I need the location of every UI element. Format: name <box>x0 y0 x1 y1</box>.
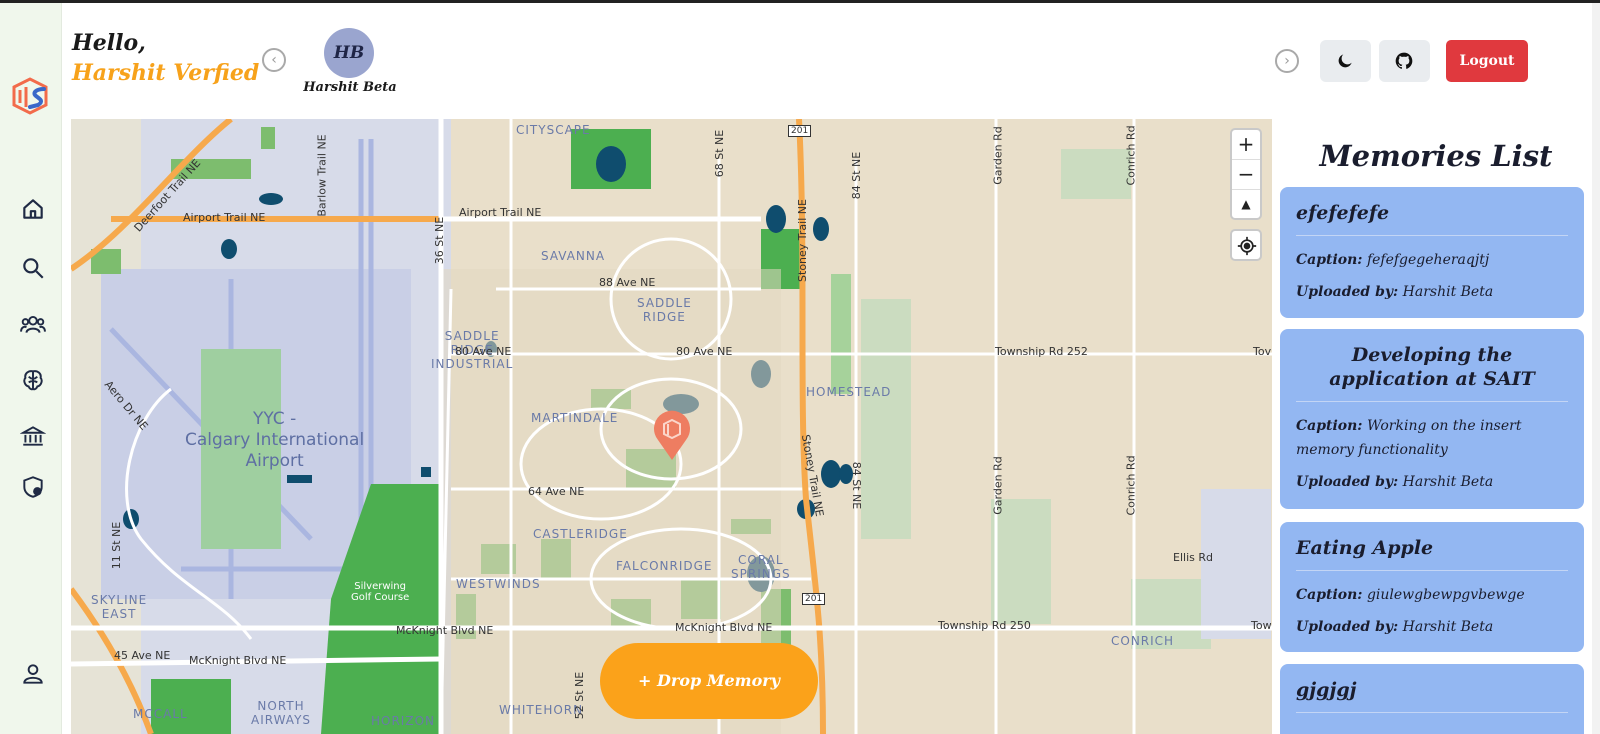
map-label-mcknight-1: McKnight Blvd NE <box>189 654 287 667</box>
avatar[interactable]: HB <box>324 28 374 78</box>
map-label-falconridge: FALCONRIDGE <box>616 559 713 573</box>
map-label-coral-springs: CORAL SPRINGS <box>731 553 791 581</box>
map-label-barlow: Barlow Trail NE <box>315 134 329 217</box>
map-label-11-st: 11 St NE <box>110 521 124 570</box>
map-label-80-ave-1: 80 Ave NE <box>455 345 512 358</box>
map-label-horizon: HORIZON <box>371 714 435 728</box>
github-button[interactable] <box>1379 40 1430 82</box>
user-name: Harshit Verfied <box>72 60 260 86</box>
caption-label: Caption: <box>1296 587 1363 603</box>
memory-card[interactable]: gjgjgj <box>1280 664 1584 734</box>
map-label-tow-2: Tow <box>1251 619 1272 632</box>
arrow-right-circle-icon[interactable]: › <box>1275 49 1299 73</box>
user-icon[interactable] <box>20 661 46 687</box>
map-label-68-st: 68 St NE <box>713 129 727 178</box>
memory-card[interactable]: Eating Apple Caption: giulewgbewpgvbewge… <box>1280 522 1584 652</box>
map-label-martindale: MARTINDALE <box>531 411 619 425</box>
map-label-conrich: CONRICH <box>1111 634 1175 648</box>
uploaded-label: Uploaded by: <box>1296 284 1399 300</box>
zoom-out-button[interactable]: − <box>1232 160 1260 190</box>
top-border <box>0 0 1600 3</box>
memory-title: gjgjgj <box>1296 678 1568 713</box>
shield-icon[interactable] <box>20 474 46 500</box>
zoom-in-button[interactable]: + <box>1232 130 1260 160</box>
app-logo[interactable] <box>10 65 52 121</box>
map-label-conrich-1: Conrich Rd <box>1124 125 1138 186</box>
sidebar <box>0 3 62 734</box>
greeting: Hello, Harshit Verfied <box>72 28 259 88</box>
brain-icon[interactable] <box>20 367 46 393</box>
map-label-hwy-201-1: 201 <box>788 125 812 137</box>
map-label-homestead: HOMESTEAD <box>806 385 892 399</box>
map-label-north-airways: NORTH AIRWAYS <box>251 699 312 727</box>
map-label-skyline-east: SKYLINE EAST <box>91 593 148 621</box>
caption-label: Caption: <box>1296 252 1363 268</box>
map-label-saddle-ridge: SADDLE RIDGE <box>637 296 692 324</box>
memories-title: Memories List <box>1319 139 1553 173</box>
map-label-mccall: MCCALL <box>133 707 188 721</box>
map-label-52-st: 52 St NE <box>573 671 587 720</box>
memory-uploader: Harshit Beta <box>1402 619 1494 635</box>
uploaded-label: Uploaded by: <box>1296 474 1399 490</box>
map-label-hwy-201-2: 201 <box>802 593 826 605</box>
map-label-mcknight-3: McKnight Blvd NE <box>675 621 773 634</box>
memory-uploader: Harshit Beta <box>1402 284 1494 300</box>
compass-button[interactable]: ▲ <box>1232 190 1260 220</box>
greeting-text: Hello, <box>72 30 146 56</box>
moon-icon <box>1338 54 1352 68</box>
github-icon <box>1395 52 1413 69</box>
map-label-garden-1: Garden Rd <box>991 126 1005 185</box>
memory-card[interactable]: efefefefe Caption: fefefgegeheraqjtj Upl… <box>1280 187 1584 318</box>
map-label-whitehorn: WHITEHORN <box>499 703 584 717</box>
arrow-left-circle-icon[interactable]: ‹ <box>262 48 286 72</box>
map-label-cityscape: CITYSCAPE <box>516 123 591 137</box>
zoom-control: + − ▲ <box>1230 128 1262 220</box>
drop-memory-button[interactable]: + Drop Memory <box>600 643 818 719</box>
caption-label: Caption: <box>1296 418 1363 434</box>
memory-title: efefefefe <box>1296 201 1568 236</box>
locate-button[interactable] <box>1230 229 1262 261</box>
map-label-ellis: Ellis Rd <box>1173 551 1213 564</box>
map-label-tow-1: Tov <box>1253 345 1272 358</box>
map-label-mcknight-2: McKnight Blvd NE <box>396 624 494 637</box>
map-label-airport-trail-2: Airport Trail NE <box>459 206 542 219</box>
map-label-84-st-1: 84 St NE <box>850 151 864 200</box>
avatar-name: Harshit Beta <box>303 80 397 95</box>
memories-panel: Memories List efefefefe Caption: fefefge… <box>1272 119 1600 734</box>
memory-uploader: Harshit Beta <box>1402 474 1494 490</box>
memory-caption: fefefgegeheraqjtj <box>1366 252 1490 268</box>
users-icon[interactable] <box>20 311 46 337</box>
map-label-80-ave-2: 80 Ave NE <box>676 345 733 358</box>
uploaded-label: Uploaded by: <box>1296 619 1399 635</box>
map-label-savanna: SAVANNA <box>541 249 606 263</box>
map-label-airport: YYC - Calgary International Airport <box>185 409 365 471</box>
memory-title: Developing the application at SAIT <box>1296 343 1568 402</box>
map-label-westwinds: WESTWINDS <box>456 577 541 591</box>
map-label-golf: Silverwing Golf Course <box>351 581 410 603</box>
map-label-township-250: Township Rd 250 <box>938 619 1031 632</box>
map-label-64-ave: 64 Ave NE <box>528 485 585 498</box>
logout-button[interactable]: Logout <box>1446 40 1528 82</box>
map-label-84-st-2: 84 St NE <box>850 461 864 510</box>
memory-caption: giulewgbewpgvbewge <box>1366 587 1525 603</box>
map-label-castleridge: CASTLERIDGE <box>533 527 628 541</box>
page-scrollbar[interactable] <box>1592 3 1600 734</box>
map-label-36-st: 36 St NE <box>433 216 447 265</box>
memory-pin-icon[interactable] <box>652 408 692 460</box>
map-label-45-ave: 45 Ave NE <box>114 649 171 662</box>
memory-card[interactable]: Developing the application at SAIT Capti… <box>1280 329 1584 509</box>
museum-icon[interactable] <box>19 423 47 449</box>
dark-mode-button[interactable] <box>1320 40 1371 82</box>
memory-title: Eating Apple <box>1296 536 1568 571</box>
map-label-conrich-2: Conrich Rd <box>1124 455 1138 516</box>
map-label-township-252: Township Rd 252 <box>995 345 1088 358</box>
map-label-stoney-1: Stoney Trail NE <box>795 199 809 282</box>
home-icon[interactable] <box>20 196 46 222</box>
map-label-airport-trail-1: Airport Trail NE <box>183 211 266 224</box>
search-icon[interactable] <box>20 255 46 281</box>
map-label-88-ave: 88 Ave NE <box>599 276 656 289</box>
crosshair-icon <box>1237 236 1257 256</box>
map-label-garden-2: Garden Rd <box>991 456 1005 515</box>
